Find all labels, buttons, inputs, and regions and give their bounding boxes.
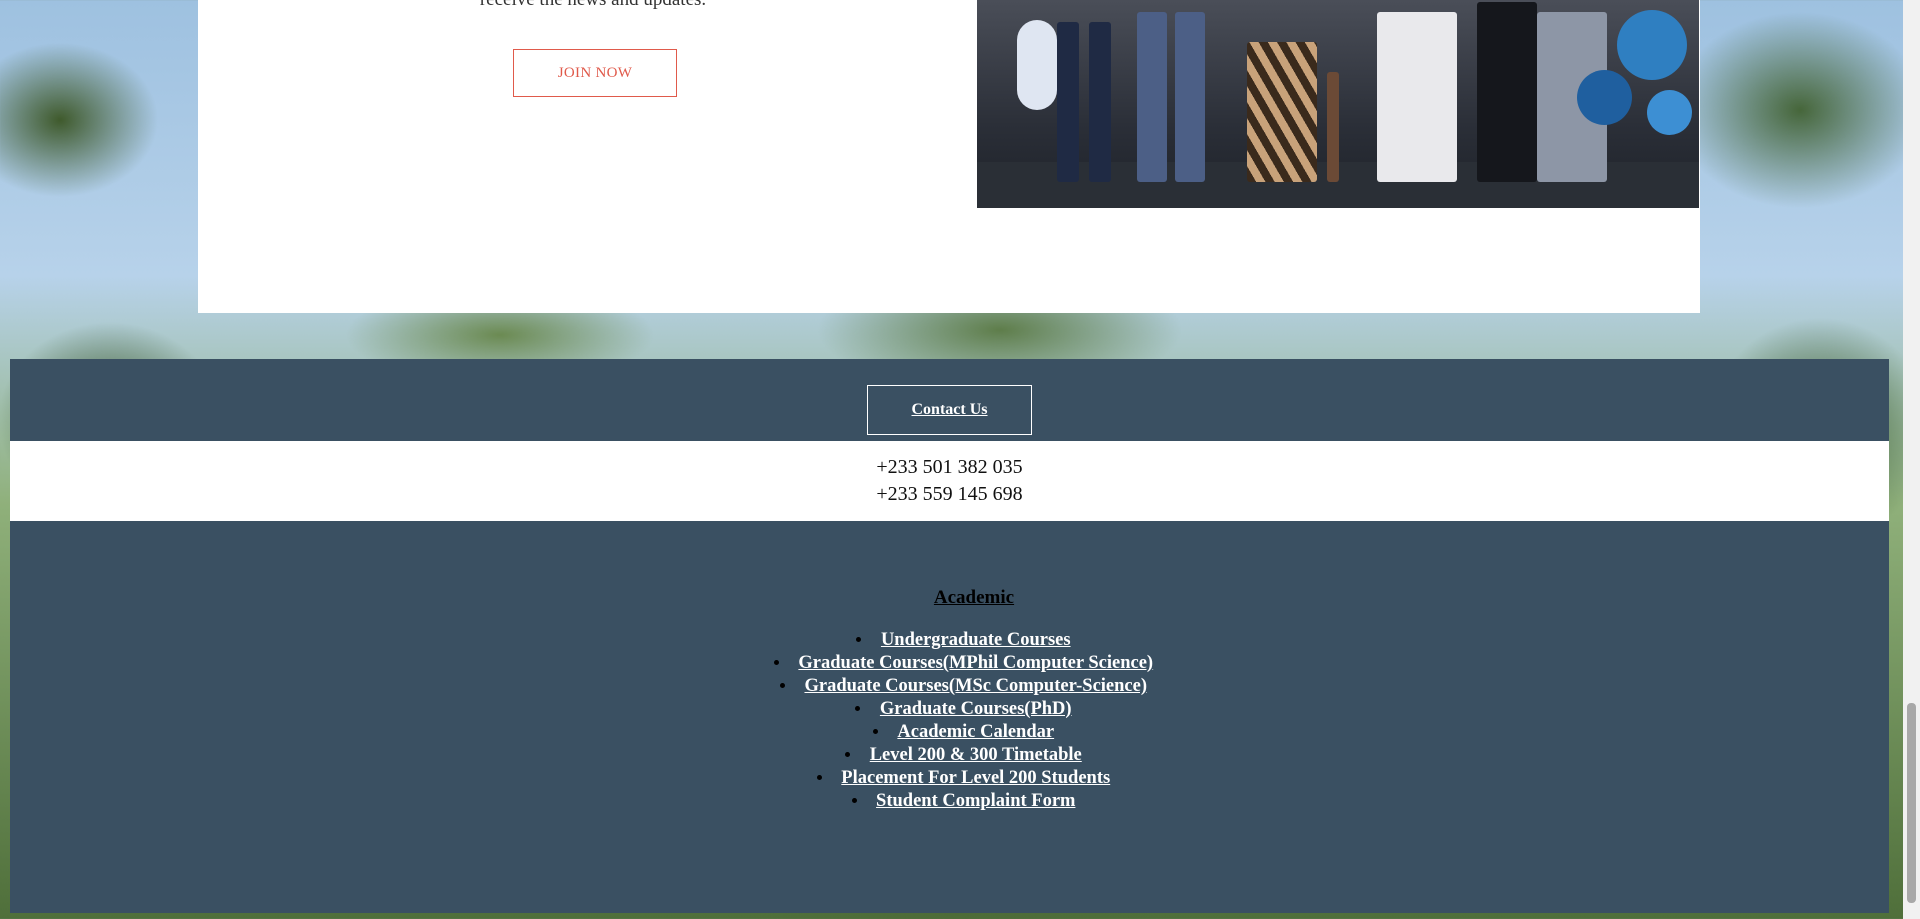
signup-description-text: receive the news and updates. [198,0,988,12]
academic-heading: Academic [933,587,1015,608]
academic-calendar-link[interactable]: Academic Calendar [897,722,1054,742]
list-item: Graduate Courses(MPhil Computer Science) [10,652,1917,675]
list-item: Graduate Courses(MSc Computer-Science) [10,675,1917,698]
list-item: Level 200 & 300 Timetable [10,744,1917,767]
list-item: Undergraduate Courses [10,629,1917,652]
join-now-button[interactable]: JOIN NOW [513,49,677,97]
graduate-msc-link[interactable]: Graduate Courses(MSc Computer-Science) [804,676,1147,696]
academic-footer-section: Academic Undergraduate Courses Graduate … [10,521,1889,913]
list-item: Placement For Level 200 Students [10,767,1917,790]
contact-us-button[interactable]: Contact Us [867,385,1032,435]
contact-section: Contact Us [10,359,1889,441]
graduate-mphil-link[interactable]: Graduate Courses(MPhil Computer Science) [798,653,1153,673]
placement-link[interactable]: Placement For Level 200 Students [841,768,1110,788]
list-item: Student Complaint Form [10,790,1917,813]
list-item: Graduate Courses(PhD) [10,698,1917,721]
event-photo [977,0,1699,208]
phone-numbers: +233 501 382 035 +233 559 145 698 [10,441,1889,521]
page-scrollbar[interactable] [1903,0,1920,919]
graduate-phd-link[interactable]: Graduate Courses(PhD) [880,699,1072,719]
academic-links-list: Undergraduate Courses Graduate Courses(M… [10,629,1917,813]
news-signup-card: receive the news and updates. JOIN NOW [198,0,1700,313]
list-item: Academic Calendar [10,721,1917,744]
student-complaint-form-link[interactable]: Student Complaint Form [876,791,1075,811]
timetable-link[interactable]: Level 200 & 300 Timetable [870,745,1082,765]
phone-number: +233 559 145 698 [876,483,1023,505]
scrollbar-thumb[interactable] [1907,703,1916,903]
phone-number: +233 501 382 035 [876,456,1023,478]
undergraduate-courses-link[interactable]: Undergraduate Courses [881,630,1071,650]
